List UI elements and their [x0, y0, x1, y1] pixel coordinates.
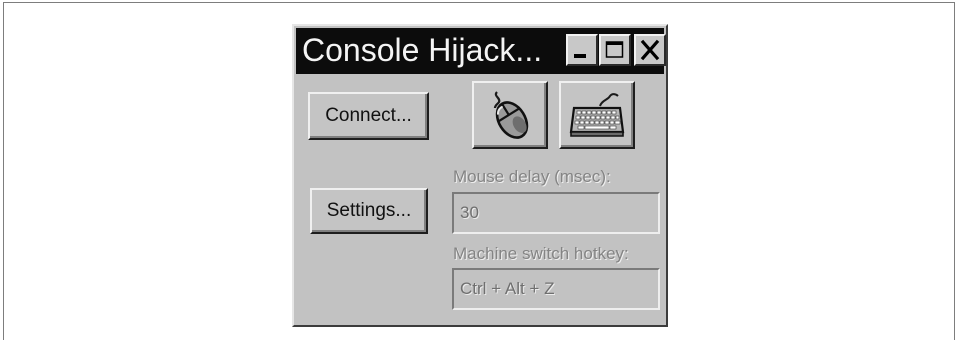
minimize-button[interactable] — [566, 34, 598, 66]
close-icon — [640, 39, 660, 61]
keyboard-icon — [569, 93, 625, 137]
hotkey-label: Machine switch hotkey: — [453, 244, 629, 263]
window-title: Console Hijack... — [302, 32, 543, 68]
maximize-icon — [605, 41, 624, 58]
console-hijack-window: Console Hijack... Connect... Settings...… — [292, 24, 668, 327]
maximize-button[interactable] — [599, 34, 631, 66]
mouse-button[interactable] — [472, 81, 548, 149]
keyboard-button[interactable] — [559, 81, 635, 149]
mouse-icon — [493, 91, 529, 139]
hotkey-field[interactable] — [452, 268, 660, 310]
mouse-delay-field[interactable] — [452, 192, 660, 234]
settings-button[interactable]: Settings... — [310, 188, 428, 234]
mouse-delay-label: Mouse delay (msec): — [453, 167, 611, 186]
close-button[interactable] — [634, 34, 666, 66]
minimize-icon — [574, 54, 586, 58]
title-bar[interactable]: Console Hijack... — [296, 28, 666, 74]
connect-button[interactable]: Connect... — [308, 92, 429, 140]
